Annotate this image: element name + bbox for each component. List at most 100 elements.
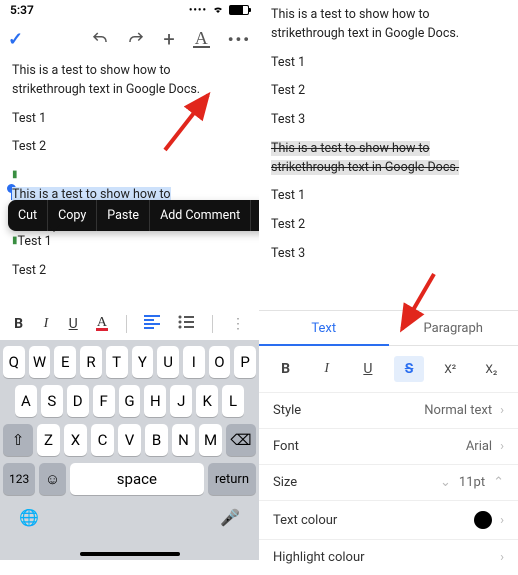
bold-button[interactable]: B <box>14 316 23 332</box>
key-m[interactable]: M <box>199 424 222 456</box>
mic-icon[interactable]: 🎤 <box>220 508 240 527</box>
paragraph[interactable]: Test 2 <box>12 138 247 157</box>
globe-icon[interactable]: 🌐 <box>19 508 39 527</box>
size-option: Size ⌄ 11pt ⌃ <box>259 465 518 501</box>
paragraph[interactable]: Test 3 <box>271 245 506 264</box>
chevron-right-icon: › <box>500 550 504 565</box>
context-cut[interactable]: Cut <box>8 200 48 231</box>
superscript-button[interactable]: X² <box>435 356 465 382</box>
undo-icon[interactable] <box>91 30 109 48</box>
key-w[interactable]: W <box>29 346 51 378</box>
format-buttons-row: B I U S X² X₂ <box>259 346 518 393</box>
key-j[interactable]: J <box>170 385 192 417</box>
paragraph[interactable]: This is a test to show how to strikethro… <box>271 6 506 44</box>
key-e[interactable]: E <box>54 346 76 378</box>
font-label: Font <box>273 439 299 454</box>
document-body[interactable]: This is a test to show how to strikethro… <box>0 58 259 295</box>
key-c[interactable]: C <box>91 424 114 456</box>
key-t[interactable]: T <box>106 346 128 378</box>
style-value: Normal text <box>424 403 492 418</box>
key-row-3: ⇧ Z X C V B N M ⌫ <box>3 424 256 456</box>
paragraph[interactable]: Test 2 <box>12 262 247 281</box>
key-h[interactable]: H <box>144 385 166 417</box>
key-emoji[interactable]: ☺ <box>39 463 66 495</box>
paragraph[interactable]: Test 1 <box>12 110 247 129</box>
text-color-button[interactable]: A <box>96 317 108 331</box>
font-option[interactable]: Font Arial› <box>259 429 518 465</box>
insert-plus-icon[interactable]: + <box>163 27 174 51</box>
done-check-icon[interactable]: ✓ <box>8 29 23 50</box>
size-increase-icon[interactable]: ⌃ <box>493 475 504 490</box>
italic-button[interactable]: I <box>41 316 50 332</box>
key-d[interactable]: D <box>67 385 89 417</box>
key-n[interactable]: N <box>172 424 195 456</box>
paragraph[interactable]: Test 1 <box>271 187 506 206</box>
home-indicator[interactable] <box>80 552 180 556</box>
italic-button[interactable]: I <box>312 356 342 382</box>
key-a[interactable]: A <box>15 385 37 417</box>
key-b[interactable]: B <box>145 424 168 456</box>
style-option[interactable]: Style Normal text › <box>259 393 518 429</box>
paragraph[interactable]: This is a test to show how to strikethro… <box>12 62 247 100</box>
text-colour-option[interactable]: Text colour › <box>259 501 518 540</box>
left-screenshot: 5:37 •••• ✓ + A ••• This is a test to sh… <box>0 0 259 560</box>
key-u[interactable]: U <box>157 346 179 378</box>
key-x[interactable]: X <box>64 424 87 456</box>
key-backspace[interactable]: ⌫ <box>226 424 256 456</box>
key-r[interactable]: R <box>80 346 102 378</box>
align-button[interactable] <box>144 315 160 333</box>
strikethrough-button[interactable]: S <box>394 356 424 382</box>
size-decrease-icon[interactable]: ⌄ <box>440 475 451 490</box>
context-add-comment[interactable]: Add Comment <box>150 200 251 231</box>
key-s[interactable]: S <box>41 385 63 417</box>
tab-paragraph[interactable]: Paragraph <box>389 311 518 346</box>
key-p[interactable]: P <box>234 346 256 378</box>
key-o[interactable]: O <box>209 346 231 378</box>
key-v[interactable]: V <box>118 424 141 456</box>
document-body[interactable]: This is a test to show how to strikethro… <box>259 0 518 264</box>
size-value: 11pt <box>459 475 485 490</box>
status-bar: 5:37 •••• <box>0 0 259 20</box>
chevron-right-icon: › <box>500 403 504 418</box>
underline-button[interactable]: U <box>69 316 78 332</box>
text-colour-label: Text colour <box>273 513 337 528</box>
redo-icon[interactable] <box>127 30 145 48</box>
key-k[interactable]: K <box>196 385 218 417</box>
paragraph[interactable]: Test 1 <box>271 54 506 73</box>
key-i[interactable]: I <box>183 346 205 378</box>
signal-icon: •••• <box>189 5 207 16</box>
key-g[interactable]: G <box>119 385 141 417</box>
format-sheet: Text Paragraph B I U S X² X₂ Style Norma… <box>259 310 518 560</box>
key-row-4: 123 ☺ space return <box>3 463 256 495</box>
key-space[interactable]: space <box>70 463 204 495</box>
paragraph[interactable]: Test 3 <box>271 111 506 130</box>
text-format-icon[interactable]: A <box>193 30 210 48</box>
size-label: Size <box>273 475 297 490</box>
more-icon[interactable]: ••• <box>228 30 251 49</box>
key-numbers[interactable]: 123 <box>3 463 35 495</box>
bold-button[interactable]: B <box>271 356 301 382</box>
key-shift[interactable]: ⇧ <box>3 424 33 456</box>
key-q[interactable]: Q <box>3 346 25 378</box>
highlight-colour-option[interactable]: Highlight colour › <box>259 540 518 575</box>
paragraph[interactable]: ▮Test 1 <box>12 233 247 252</box>
key-l[interactable]: L <box>222 385 244 417</box>
key-z[interactable]: Z <box>37 424 60 456</box>
paragraph-strikethrough[interactable]: This is a test to show how to strikethro… <box>271 140 506 178</box>
divider <box>126 315 127 333</box>
key-y[interactable]: Y <box>132 346 154 378</box>
key-f[interactable]: F <box>93 385 115 417</box>
paragraph[interactable]: Test 2 <box>271 216 506 235</box>
bullet-list-button[interactable] <box>178 315 194 333</box>
divider <box>212 315 213 333</box>
context-paste[interactable]: Paste <box>97 200 150 231</box>
format-bar: B I U A ⋮ <box>0 308 259 340</box>
key-return[interactable]: return <box>208 463 256 495</box>
paragraph[interactable]: Test 2 <box>271 82 506 101</box>
subscript-button[interactable]: X₂ <box>476 356 506 382</box>
more-format-icon[interactable]: ⋮ <box>231 316 245 332</box>
status-icons: •••• <box>189 3 249 17</box>
tab-text[interactable]: Text <box>259 311 389 346</box>
underline-button[interactable]: U <box>353 356 383 382</box>
style-label: Style <box>273 403 301 418</box>
